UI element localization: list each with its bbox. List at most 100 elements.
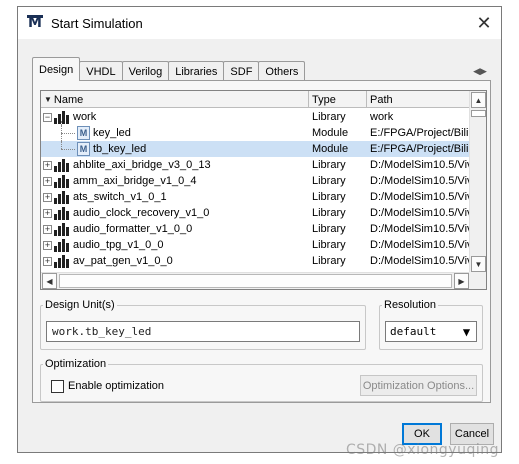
tree-indent: [41, 125, 77, 141]
tab-scroll-arrows[interactable]: ◀ ▶: [471, 63, 489, 79]
tree-cell-name: + ahblite_axi_bridge_v3_0_13: [41, 157, 309, 173]
tree-cell-name: Mkey_led: [41, 125, 309, 141]
ok-button[interactable]: OK: [402, 423, 442, 445]
cancel-button[interactable]: Cancel: [450, 423, 494, 445]
tree-cell-name: − work: [41, 109, 309, 125]
expand-icon[interactable]: +: [43, 224, 52, 234]
column-header-name[interactable]: ▼ Name: [41, 91, 309, 108]
tree-row[interactable]: + amm_axi_bridge_v1_0_4 Library D:/ModelSim…: [41, 173, 470, 189]
tree-item-name: ahblite_axi_bridge_v3_0_13: [73, 159, 211, 171]
expand-icon[interactable]: +: [43, 256, 52, 266]
expand-icon[interactable]: +: [43, 240, 52, 250]
design-unit-legend: Design Unit(s): [45, 299, 115, 311]
scroll-left-button[interactable]: ◀: [42, 273, 57, 289]
optimization-options-button[interactable]: Optimization Options...: [360, 375, 477, 396]
expand-icon[interactable]: +: [43, 160, 52, 170]
tree-connector: [61, 149, 75, 150]
tree-row[interactable]: + audio_tpg_v1_0_0 Library D:/ModelSim10.5/…: [41, 237, 470, 253]
window-title: Start Simulation: [51, 15, 143, 31]
expand-icon[interactable]: +: [43, 176, 52, 186]
tree-row[interactable]: + ats_switch_v1_0_1 Library D:/ModelSim10.5…: [41, 189, 470, 205]
tree-item-name: tb_key_led: [93, 143, 147, 155]
vertical-scrollbar[interactable]: ▲ ▼: [469, 91, 486, 273]
tab-others[interactable]: Others: [258, 61, 306, 81]
modelsim-m-icon: M: [27, 15, 43, 31]
library-icon: [54, 254, 70, 268]
triangle-left-icon: ◀: [46, 276, 53, 286]
tree-cell-path: D:/ModelSim10.5/Viv: [370, 175, 470, 187]
tree-row[interactable]: Mtb_key_led Module E:/FPGA/Project/Bilib: [41, 141, 470, 157]
tab-design[interactable]: Design: [32, 57, 81, 81]
tree-item-name: audio_clock_recovery_v1_0: [73, 207, 210, 219]
tree-row[interactable]: + ahblite_axi_bridge_v3_0_13 Library D:/Mod…: [41, 157, 470, 173]
tree-cell-path: D:/ModelSim10.5/Viv: [370, 207, 470, 219]
tree-cell-path: D:/ModelSim10.5/Viv: [370, 223, 470, 235]
triangle-down-icon: ▼: [474, 259, 483, 269]
module-icon: M: [77, 126, 90, 140]
tree-rows: − work Library work Mkey_led Module E:/FPGA/Pr…: [41, 109, 470, 271]
enable-optimization-checkbox[interactable]: [51, 380, 64, 393]
triangle-right-icon: ▶: [458, 276, 465, 286]
start-simulation-dialog: M Start Simulation ✕ Design VHDL Verilog Li…: [17, 6, 502, 453]
tab-sdf[interactable]: SDF: [223, 61, 260, 81]
resolution-legend: Resolution: [384, 299, 436, 311]
tree-row[interactable]: + av_pat_gen_v1_0_0 Library D:/ModelSim10.5…: [41, 253, 470, 269]
enable-optimization-label[interactable]: Enable optimization: [68, 380, 164, 392]
expand-icon[interactable]: +: [43, 192, 52, 202]
tree-cell-name: Mtb_key_led: [41, 141, 309, 157]
resolution-select[interactable]: default ▼: [385, 321, 477, 342]
dropdown-arrow-icon[interactable]: ▼: [458, 323, 475, 340]
design-unit-input[interactable]: [46, 321, 360, 342]
tree-connector: [61, 121, 62, 149]
vertical-scroll-thumb[interactable]: [471, 110, 486, 117]
tree-row[interactable]: + audio_formatter_v1_0_0 Library D:/ModelSi…: [41, 221, 470, 237]
sort-down-icon: ▼: [44, 95, 52, 104]
tree-item-name: amm_axi_bridge_v1_0_4: [73, 175, 197, 187]
optimization-legend: Optimization: [45, 358, 107, 370]
column-header-type-label: Type: [312, 93, 336, 106]
tree-row[interactable]: + audio_clock_recovery_v1_0 Library D:/Mode…: [41, 205, 470, 221]
tree-cell-type: Library: [312, 207, 346, 219]
tree-row[interactable]: − work Library work: [41, 109, 470, 125]
tree-cell-type: Library: [312, 191, 346, 203]
column-header-type[interactable]: Type: [309, 91, 367, 108]
scroll-up-button[interactable]: ▲: [471, 92, 486, 108]
library-icon: [54, 206, 70, 220]
tree-cell-path: D:/ModelSim10.5/Viv: [370, 159, 470, 171]
design-tree[interactable]: ▼ Name Type Path − work Library work Mkey_le…: [40, 90, 487, 290]
library-icon: [54, 190, 70, 204]
tree-item-name: key_led: [93, 127, 131, 139]
module-icon: M: [77, 142, 90, 156]
tree-row[interactable]: Mkey_led Module E:/FPGA/Project/Bilib: [41, 125, 470, 141]
expand-icon[interactable]: +: [43, 208, 52, 218]
horizontal-scrollbar[interactable]: ◀ ▶: [41, 272, 470, 289]
tree-cell-name: + audio_formatter_v1_0_0: [41, 221, 309, 237]
tree-cell-type: Library: [312, 255, 346, 267]
tree-item-name: audio_tpg_v1_0_0: [73, 239, 164, 251]
column-header-name-label: Name: [53, 93, 84, 106]
title-bar[interactable]: M Start Simulation ✕: [18, 7, 501, 39]
chevron-left-icon[interactable]: ◀: [473, 66, 480, 77]
horizontal-scroll-thumb[interactable]: [59, 274, 452, 288]
tab-libraries[interactable]: Libraries: [168, 61, 225, 81]
column-header-path-label: Path: [370, 93, 393, 106]
tree-cell-type: Module: [312, 127, 349, 139]
library-icon: [54, 158, 70, 172]
chevron-right-icon[interactable]: ▶: [480, 66, 487, 77]
tab-verilog[interactable]: Verilog: [121, 61, 170, 81]
column-header-path[interactable]: Path: [367, 91, 470, 108]
close-button[interactable]: ✕: [467, 7, 501, 39]
tab-bar: Design VHDL Verilog Libraries SDF Others: [32, 57, 306, 81]
tree-connector: [61, 133, 75, 134]
scroll-down-button[interactable]: ▼: [471, 256, 486, 272]
tree-cell-path: D:/ModelSim10.5/Viv: [370, 239, 470, 251]
library-icon: [54, 222, 70, 236]
tree-item-name: work: [73, 111, 97, 123]
collapse-icon[interactable]: −: [43, 112, 52, 122]
tree-cell-type: Library: [312, 223, 346, 235]
tree-cell-name: + audio_tpg_v1_0_0: [41, 237, 309, 253]
tree-cell-type: Module: [312, 143, 349, 155]
tab-vhdl[interactable]: VHDL: [79, 61, 123, 81]
scroll-right-button[interactable]: ▶: [454, 273, 469, 289]
resolution-value: default: [390, 325, 437, 338]
